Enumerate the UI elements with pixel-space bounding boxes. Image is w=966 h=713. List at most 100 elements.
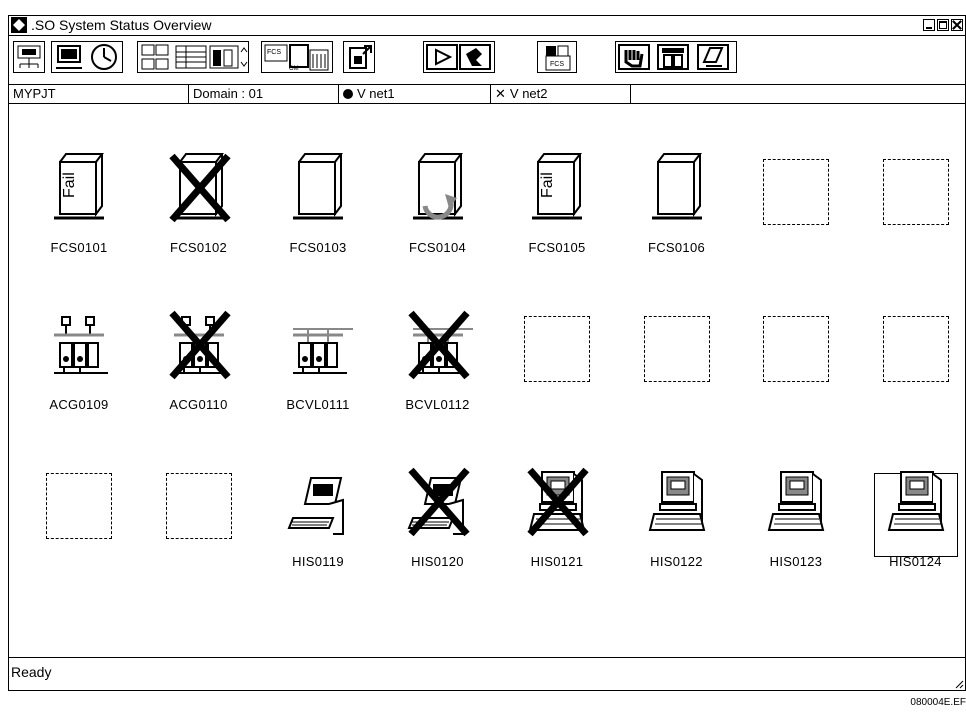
station-acg0109[interactable]: ACG0109: [24, 303, 134, 413]
fcs-status-button[interactable]: FCS OM: [261, 41, 333, 73]
station-his0120[interactable]: HIS0120: [383, 460, 493, 570]
his-pc-icon: [527, 467, 589, 537]
hand-icon: [618, 44, 729, 70]
bcv-icon: [407, 310, 473, 380]
his-pc-icon: [767, 471, 825, 531]
station-label: HIS0121: [530, 554, 584, 569]
fcs-icon: Fail: [532, 153, 582, 220]
fcs-status-icon: FCS OM: [264, 44, 329, 72]
station-his0122[interactable]: HIS0122: [622, 460, 732, 570]
fcs-load-button[interactable]: FCS: [537, 41, 577, 73]
empty-slot: [763, 316, 829, 382]
station-label: HIS0119: [292, 554, 344, 569]
station-acg0110[interactable]: ACG0110: [144, 303, 254, 413]
operator-guide-button[interactable]: [51, 41, 123, 73]
station-his0124[interactable]: HIS0124: [861, 460, 966, 570]
system-menu-icon[interactable]: [11, 17, 27, 33]
fcs-icon: [168, 153, 231, 223]
operator-guide-icon: [56, 44, 117, 70]
station-bcvl0112[interactable]: BCVL0112: [383, 303, 493, 413]
station-his0121[interactable]: HIS0121: [502, 460, 612, 570]
station-label: HIS0124: [889, 554, 942, 569]
bcv-icon: [293, 328, 353, 374]
resize-grip-icon[interactable]: [954, 679, 964, 689]
station-label: FCS0102: [169, 240, 228, 255]
svg-text:OM: OM: [289, 66, 299, 72]
status-overview-window: .SO System Status Overview FCS OM FCS MY…: [8, 15, 966, 691]
empty-slot: [763, 159, 829, 225]
station-bcvl0111[interactable]: BCVL0111: [263, 303, 373, 413]
station-label: BCVL0112: [405, 397, 470, 412]
vnet2-fail-icon: ✕: [495, 86, 506, 101]
acg-icon: [168, 310, 231, 380]
acg-icon: [54, 316, 108, 374]
fcs-icon: [651, 153, 702, 220]
toolbar: FCS OM FCS: [9, 36, 965, 85]
station-label: FCS0105: [528, 240, 586, 255]
fcs-icon: [293, 153, 343, 220]
vnet1-label: V net1: [357, 86, 395, 101]
domain-label: Domain : 01: [189, 85, 339, 103]
status-bar: Ready: [9, 658, 965, 690]
monitor-button[interactable]: [343, 41, 375, 73]
svg-text:Fail: Fail: [539, 172, 556, 198]
window-title: .SO System Status Overview: [31, 17, 212, 33]
maximize-button[interactable]: [937, 19, 949, 31]
station-label: FCS0104: [408, 240, 467, 255]
station-his0123[interactable]: HIS0123: [741, 460, 851, 570]
monitor-icon: [349, 45, 372, 69]
station-fcs0105[interactable]: Fail FCS0105: [502, 146, 612, 256]
close-button[interactable]: [951, 19, 963, 31]
vnet2-label: V net2: [509, 86, 548, 101]
close-icon: [952, 20, 962, 30]
station-label: HIS0123: [769, 554, 823, 569]
empty-slot: [46, 473, 112, 539]
empty-slot: [643, 316, 710, 382]
status-text: Ready: [11, 664, 52, 680]
station-label: BCVL0111: [286, 397, 350, 412]
station-label: ACG0110: [169, 397, 228, 412]
svg-text:FCS: FCS: [267, 49, 281, 56]
operation-tools-button[interactable]: [615, 41, 737, 73]
empty-slot: [524, 316, 590, 382]
station-label: HIS0122: [650, 554, 703, 569]
fcs-icon: Fail: [54, 153, 104, 220]
his-pc-icon: [648, 471, 705, 531]
station-label: ACG0109: [49, 397, 109, 412]
play-icon: [426, 44, 491, 70]
station-fcs0101[interactable]: Fail FCS0101: [24, 146, 134, 256]
project-name: MYPJT: [9, 85, 189, 103]
run-stop-button[interactable]: [423, 41, 495, 73]
station-label: HIS0120: [411, 554, 464, 569]
system-alarm-icon: [17, 45, 41, 68]
station-label: FCS0101: [50, 240, 108, 255]
station-fcs0106[interactable]: FCS0106: [622, 146, 732, 256]
station-label: FCS0103: [289, 240, 347, 255]
vnet2-status: ✕ V net2: [491, 85, 631, 103]
system-alarm-button[interactable]: [13, 41, 45, 73]
title-bar[interactable]: .SO System Status Overview: [9, 16, 965, 36]
fcs-load-icon: FCS: [545, 45, 571, 71]
vnet1-ok-icon: [343, 89, 353, 99]
empty-slot: [882, 316, 949, 382]
minimize-button[interactable]: [923, 19, 935, 31]
his-console-icon: [287, 477, 344, 535]
station-fcs0102[interactable]: FCS0102: [144, 146, 254, 256]
svg-text:FCS: FCS: [550, 61, 564, 68]
station-his0119[interactable]: HIS0119: [263, 460, 373, 570]
station-label: FCS0106: [647, 240, 706, 255]
fcs-icon: [412, 153, 463, 220]
figure-code: 080004E.EF: [910, 697, 966, 708]
system-view-button[interactable]: [137, 41, 249, 73]
info-bar: MYPJT Domain : 01 V net1 ✕ V net2: [9, 85, 965, 104]
empty-slot: [165, 473, 232, 539]
system-config-icon: [141, 44, 248, 70]
his-pc-icon: [887, 471, 944, 531]
vnet1-status: V net1: [339, 85, 491, 103]
his-console-icon: [407, 467, 470, 537]
empty-slot: [882, 159, 949, 225]
station-canvas: Fail FCS0101 FCS0102 FCS0103 FCS0104 Fail FCS0…: [9, 104, 965, 658]
station-fcs0103[interactable]: FCS0103: [263, 146, 373, 256]
svg-text:Fail: Fail: [61, 172, 78, 198]
station-fcs0104[interactable]: FCS0104: [383, 146, 493, 256]
